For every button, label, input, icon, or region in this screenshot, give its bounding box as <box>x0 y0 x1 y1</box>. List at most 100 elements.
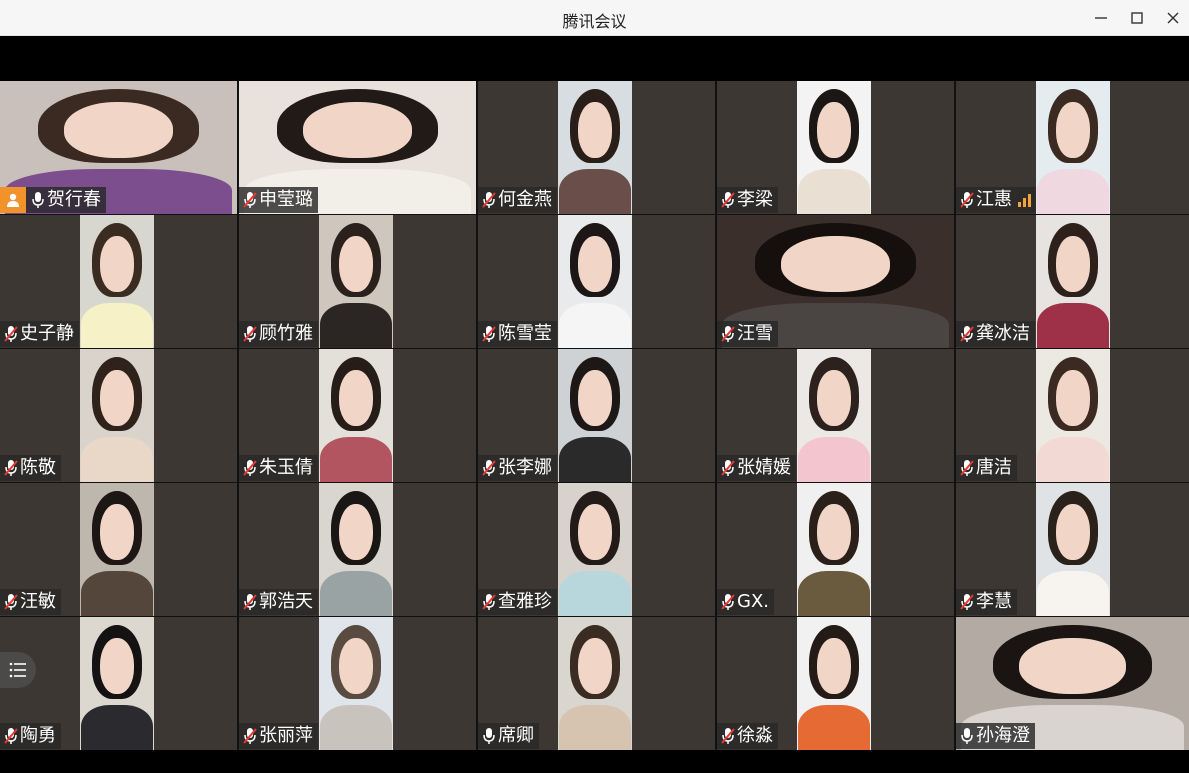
participant-tile[interactable]: 席卿 <box>478 617 715 750</box>
close-button[interactable] <box>1160 6 1186 30</box>
participant-tile[interactable]: 顾竹雅 <box>239 215 476 348</box>
participant-name-tag: 龚冰洁 <box>956 321 1035 347</box>
participant-name: 汪雪 <box>737 323 773 344</box>
participant-tile[interactable]: 孙海澄 <box>956 617 1189 750</box>
participant-video <box>1036 81 1110 214</box>
microphone-muted-icon <box>721 594 735 610</box>
participant-tile[interactable]: 史子静 <box>0 215 237 348</box>
participant-name: 席卿 <box>498 725 534 746</box>
participant-name: 陈敬 <box>20 457 56 478</box>
participant-name-tag: 徐淼 <box>717 723 778 749</box>
participant-tile[interactable]: 徐淼 <box>717 617 954 750</box>
participant-tile[interactable]: 张丽萍 <box>239 617 476 750</box>
microphone-muted-icon <box>960 326 974 342</box>
participant-name-tag: 顾竹雅 <box>239 321 318 347</box>
participant-tile[interactable]: 何金燕 <box>478 81 715 214</box>
participant-name: 陶勇 <box>20 725 56 746</box>
maximize-icon <box>1131 12 1143 24</box>
participant-tile[interactable]: 郭浩天 <box>239 483 476 616</box>
list-icon <box>9 662 26 678</box>
participant-name: 朱玉倩 <box>259 457 313 478</box>
participant-tile[interactable]: 汪雪 <box>717 215 954 348</box>
microphone-muted-icon <box>960 192 974 208</box>
mic-status-muted <box>241 458 259 478</box>
participant-tile[interactable]: 汪敏 <box>0 483 237 616</box>
mic-status-muted <box>719 726 737 746</box>
mic-status-muted <box>241 324 259 344</box>
maximize-button[interactable] <box>1124 6 1150 30</box>
participant-tile[interactable]: 查雅珍 <box>478 483 715 616</box>
participant-tile[interactable]: 陈雪莹 <box>478 215 715 348</box>
participant-video <box>797 349 871 482</box>
mic-status-muted <box>241 726 259 746</box>
participant-tile[interactable]: 李慧 <box>956 483 1189 616</box>
participant-name: 龚冰洁 <box>976 323 1030 344</box>
participant-video <box>80 349 154 482</box>
participant-video <box>558 215 632 348</box>
participant-tile[interactable]: 李梁 <box>717 81 954 214</box>
microphone-muted-icon <box>4 460 18 476</box>
bottom-bar-area <box>0 750 1189 773</box>
participant-name-tag: 陈敬 <box>0 455 61 481</box>
participant-video <box>1036 349 1110 482</box>
participant-tile[interactable]: 陈敬 <box>0 349 237 482</box>
mic-status-muted <box>2 324 20 344</box>
participant-name: 李慧 <box>976 591 1012 612</box>
participant-video <box>558 483 632 616</box>
microphone-muted-icon <box>482 460 496 476</box>
participant-name: 查雅珍 <box>498 591 552 612</box>
participant-tile[interactable]: 张李娜 <box>478 349 715 482</box>
participant-video <box>319 349 393 482</box>
participant-tile[interactable]: 申莹璐 <box>239 81 476 214</box>
microphone-muted-icon <box>721 192 735 208</box>
mic-status-on <box>958 726 976 746</box>
mic-status-muted <box>480 458 498 478</box>
top-toolbar-area <box>0 36 1189 81</box>
participant-tile[interactable]: 唐洁 <box>956 349 1189 482</box>
microphone-muted-icon <box>960 594 974 610</box>
participant-video <box>319 215 393 348</box>
participant-video <box>319 617 393 750</box>
participant-video <box>319 483 393 616</box>
participant-tile[interactable]: 张婧媛 <box>717 349 954 482</box>
mic-status-muted <box>719 592 737 612</box>
participant-name: 孙海澄 <box>976 725 1030 746</box>
microphone-muted-icon <box>721 728 735 744</box>
participant-tile[interactable]: 龚冰洁 <box>956 215 1189 348</box>
participant-name-tag: GX. <box>717 589 775 615</box>
participant-name-tag: 申莹璐 <box>239 187 318 213</box>
participant-video <box>1036 483 1110 616</box>
participant-tile[interactable]: 陶勇 <box>0 617 237 750</box>
microphone-muted-icon <box>243 594 257 610</box>
participant-tile[interactable]: 江惠 <box>956 81 1189 214</box>
microphone-muted-icon <box>4 326 18 342</box>
participant-name-tag: 唐洁 <box>956 455 1017 481</box>
mic-status-on <box>480 726 498 746</box>
microphone-muted-icon <box>243 460 257 476</box>
minimize-icon <box>1095 17 1107 19</box>
microphone-muted-icon <box>960 460 974 476</box>
mic-status-muted <box>719 458 737 478</box>
participant-name-tag: 查雅珍 <box>478 589 557 615</box>
microphone-icon <box>32 192 44 208</box>
mic-status-muted <box>719 190 737 210</box>
participant-name: 江惠 <box>976 189 1012 210</box>
participant-name-tag: 李梁 <box>717 187 778 213</box>
mic-status-muted <box>241 190 259 210</box>
microphone-muted-icon <box>482 326 496 342</box>
mic-status-muted <box>958 458 976 478</box>
microphone-muted-icon <box>243 326 257 342</box>
mic-status-muted <box>480 190 498 210</box>
participant-name-tag: 席卿 <box>478 723 539 749</box>
participant-tile[interactable]: 贺行春 <box>0 81 237 214</box>
minimize-button[interactable] <box>1088 6 1114 30</box>
participant-name: 顾竹雅 <box>259 323 313 344</box>
participant-video <box>80 483 154 616</box>
participant-tile[interactable]: GX. <box>717 483 954 616</box>
participant-name-tag: 贺行春 <box>0 187 106 213</box>
mic-status-muted <box>241 592 259 612</box>
microphone-muted-icon <box>243 192 257 208</box>
participant-tile[interactable]: 朱玉倩 <box>239 349 476 482</box>
member-list-toggle-button[interactable] <box>0 652 36 688</box>
microphone-muted-icon <box>4 728 18 744</box>
